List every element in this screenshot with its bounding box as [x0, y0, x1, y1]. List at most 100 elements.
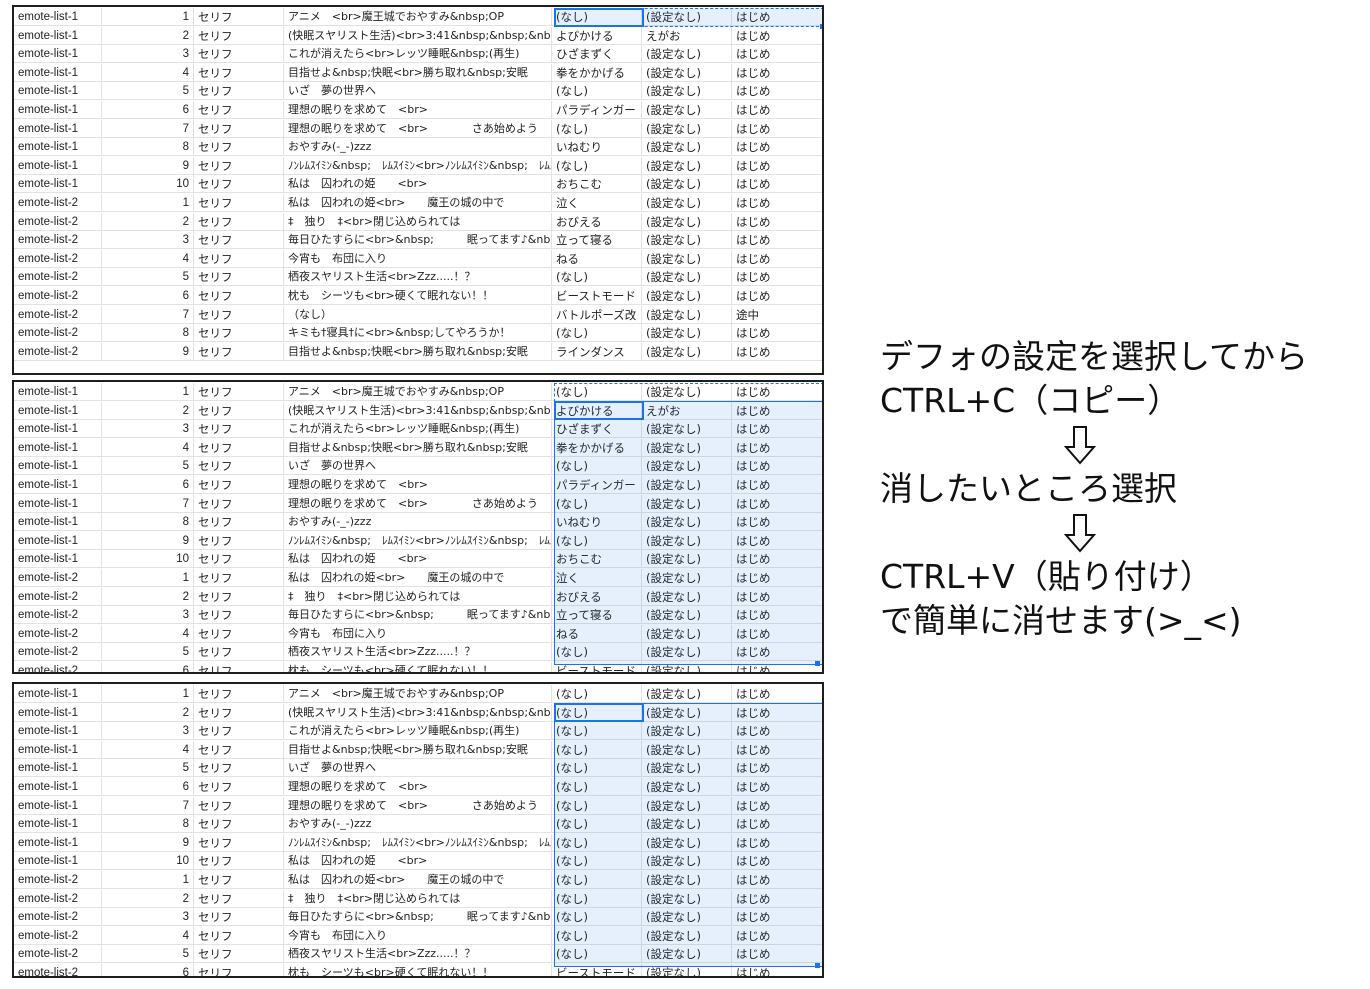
emote-cell[interactable]: ラインダンス — [552, 342, 642, 361]
type-cell[interactable]: セリフ — [194, 119, 284, 138]
emote-cell[interactable]: (なし) — [552, 926, 642, 945]
motion-cell[interactable]: (設定なし) — [642, 833, 732, 852]
type-cell[interactable]: セリフ — [194, 138, 284, 157]
row-number-cell[interactable]: 6 — [102, 964, 194, 976]
dialogue-text-cell[interactable]: （なし） — [284, 305, 552, 324]
dialogue-text-cell[interactable]: 私は 囚われの姫 <br> — [284, 550, 552, 569]
dialogue-text-cell[interactable]: (快眠スヤリスト生活)<br>3:41&nbsp;&nbsp;&nbsp; — [284, 26, 552, 45]
motion-cell[interactable]: (設定なし) — [642, 569, 732, 587]
dialogue-text-cell[interactable]: ‡ 独り ‡<br>閉じ込められては — [284, 587, 552, 606]
motion-cell[interactable]: (設定なし) — [642, 287, 732, 305]
phase-cell[interactable]: はじめ — [732, 138, 822, 156]
emote-cell[interactable]: (なし) — [552, 796, 642, 815]
emote-cell[interactable]: (なし) — [552, 778, 642, 796]
phase-cell[interactable]: はじめ — [732, 662, 822, 672]
row-number-cell[interactable]: 8 — [102, 513, 194, 532]
list-id-cell[interactable]: emote-list-1 — [14, 703, 102, 722]
row-number-cell[interactable]: 9 — [102, 531, 194, 550]
motion-cell[interactable]: (設定なし) — [642, 945, 732, 964]
row-number-cell[interactable]: 5 — [102, 759, 194, 778]
row-number-cell[interactable]: 6 — [102, 778, 194, 796]
type-cell[interactable]: セリフ — [194, 457, 284, 476]
motion-cell[interactable]: (設定なし) — [642, 194, 732, 212]
motion-cell[interactable]: (設定なし) — [642, 624, 732, 643]
row-number-cell[interactable]: 2 — [102, 401, 194, 420]
dialogue-text-cell[interactable]: これが消えたら<br>レッツ睡眠&nbsp;(再生) — [284, 420, 552, 439]
motion-cell[interactable]: (設定なし) — [642, 494, 732, 513]
row-number-cell[interactable]: 2 — [102, 212, 194, 231]
motion-cell[interactable]: (設定なし) — [642, 476, 732, 494]
phase-cell[interactable]: はじめ — [732, 287, 822, 305]
list-id-cell[interactable]: emote-list-1 — [14, 778, 102, 796]
phase-cell[interactable]: はじめ — [732, 194, 822, 212]
list-id-cell[interactable]: emote-list-1 — [14, 513, 102, 532]
list-id-cell[interactable]: emote-list-1 — [14, 852, 102, 871]
motion-cell[interactable]: (設定なし) — [642, 926, 732, 945]
row-number-cell[interactable]: 9 — [102, 156, 194, 175]
row-number-cell[interactable]: 6 — [102, 101, 194, 119]
list-id-cell[interactable]: emote-list-2 — [14, 643, 102, 662]
row-number-cell[interactable]: 10 — [102, 550, 194, 569]
type-cell[interactable]: セリフ — [194, 438, 284, 457]
phase-cell[interactable]: はじめ — [732, 82, 822, 100]
emote-cell[interactable]: 立って寝る — [552, 231, 642, 250]
emote-cell[interactable]: 拳をかかげる — [552, 63, 642, 82]
dialogue-text-cell[interactable]: 目指せよ&nbsp;快眠<br>勝ち取れ&nbsp;安眠 — [284, 63, 552, 82]
list-id-cell[interactable]: emote-list-1 — [14, 26, 102, 45]
list-id-cell[interactable]: emote-list-2 — [14, 268, 102, 287]
emote-cell[interactable]: (なし) — [552, 852, 642, 871]
list-id-cell[interactable]: emote-list-1 — [14, 63, 102, 82]
row-number-cell[interactable]: 6 — [102, 476, 194, 494]
row-number-cell[interactable]: 2 — [102, 587, 194, 606]
emote-cell[interactable]: ビーストモード — [552, 662, 642, 672]
dialogue-text-cell[interactable]: ﾉﾝﾚﾑｽｲﾐﾝ&nbsp; ﾚﾑｽｲﾐﾝ<br>ﾉﾝﾚﾑｽｲﾐﾝ&nbsp; … — [284, 833, 552, 852]
phase-cell[interactable]: 途中 — [732, 306, 822, 324]
row-number-cell[interactable]: 7 — [102, 796, 194, 815]
dialogue-text-cell[interactable]: ﾉﾝﾚﾑｽｲﾐﾝ&nbsp; ﾚﾑｽｲﾐﾝ<br>ﾉﾝﾚﾑｽｲﾐﾝ&nbsp; … — [284, 531, 552, 550]
dialogue-text-cell[interactable]: (快眠スヤリスト生活)<br>3:41&nbsp;&nbsp;&nbsp; — [284, 703, 552, 722]
dialogue-text-cell[interactable]: おやすみ(-_-)zzz — [284, 815, 552, 834]
motion-cell[interactable]: (設定なし) — [642, 908, 732, 927]
dialogue-text-cell[interactable]: 枕も シーツも<br>硬くて眠れない！！ — [284, 964, 552, 976]
type-cell[interactable]: セリフ — [194, 401, 284, 420]
dialogue-text-cell[interactable]: 栖夜スヤリスト生活<br>Zzz.....！？ — [284, 268, 552, 287]
dialogue-text-cell[interactable]: 今宵も 布団に入り — [284, 926, 552, 945]
row-number-cell[interactable]: 1 — [102, 871, 194, 889]
type-cell[interactable]: セリフ — [194, 796, 284, 815]
phase-cell[interactable]: はじめ — [732, 685, 822, 703]
dialogue-text-cell[interactable]: 毎日ひたすらに<br>&nbsp; 眠ってます♪&nbsp; — [284, 908, 552, 927]
dialogue-text-cell[interactable]: 毎日ひたすらに<br>&nbsp; 眠ってます♪&nbsp; — [284, 606, 552, 625]
motion-cell[interactable]: (設定なし) — [642, 550, 732, 569]
dialogue-text-cell[interactable]: キミも†寝具†に<br>&nbsp;してやろうか！ — [284, 324, 552, 343]
list-id-cell[interactable]: emote-list-1 — [14, 722, 102, 741]
type-cell[interactable]: セリフ — [194, 8, 284, 26]
type-cell[interactable]: セリフ — [194, 324, 284, 343]
motion-cell[interactable]: えがお — [642, 26, 732, 45]
dialogue-text-cell[interactable]: 毎日ひたすらに<br>&nbsp; 眠ってます♪&nbsp; — [284, 231, 552, 250]
list-id-cell[interactable]: emote-list-1 — [14, 383, 102, 401]
dialogue-text-cell[interactable]: 栖夜スヤリスト生活<br>Zzz.....！？ — [284, 643, 552, 662]
list-id-cell[interactable]: emote-list-1 — [14, 759, 102, 778]
emote-cell[interactable]: (なし) — [552, 703, 642, 722]
emote-cell[interactable]: よびかける — [552, 26, 642, 45]
type-cell[interactable]: セリフ — [194, 926, 284, 945]
type-cell[interactable]: セリフ — [194, 643, 284, 662]
motion-cell[interactable]: (設定なし) — [642, 778, 732, 796]
list-id-cell[interactable]: emote-list-2 — [14, 287, 102, 305]
emote-cell[interactable]: (なし) — [552, 871, 642, 889]
motion-cell[interactable]: (設定なし) — [642, 212, 732, 231]
emote-cell[interactable]: (なし) — [552, 889, 642, 908]
dialogue-text-cell[interactable]: 理想の眠りを求めて <br> — [284, 778, 552, 796]
motion-cell[interactable]: (設定なし) — [642, 342, 732, 361]
emote-cell[interactable]: ねる — [552, 249, 642, 268]
type-cell[interactable]: セリフ — [194, 287, 284, 305]
list-id-cell[interactable]: emote-list-1 — [14, 82, 102, 101]
list-id-cell[interactable]: emote-list-2 — [14, 662, 102, 672]
type-cell[interactable]: セリフ — [194, 964, 284, 976]
dialogue-text-cell[interactable]: 目指せよ&nbsp;快眠<br>勝ち取れ&nbsp;安眠 — [284, 438, 552, 457]
motion-cell[interactable]: (設定なし) — [642, 383, 732, 401]
list-id-cell[interactable]: emote-list-1 — [14, 494, 102, 513]
row-number-cell[interactable]: 9 — [102, 833, 194, 852]
dialogue-text-cell[interactable]: いざ 夢の世界へ — [284, 82, 552, 101]
dialogue-text-cell[interactable]: 栖夜スヤリスト生活<br>Zzz.....！？ — [284, 945, 552, 964]
